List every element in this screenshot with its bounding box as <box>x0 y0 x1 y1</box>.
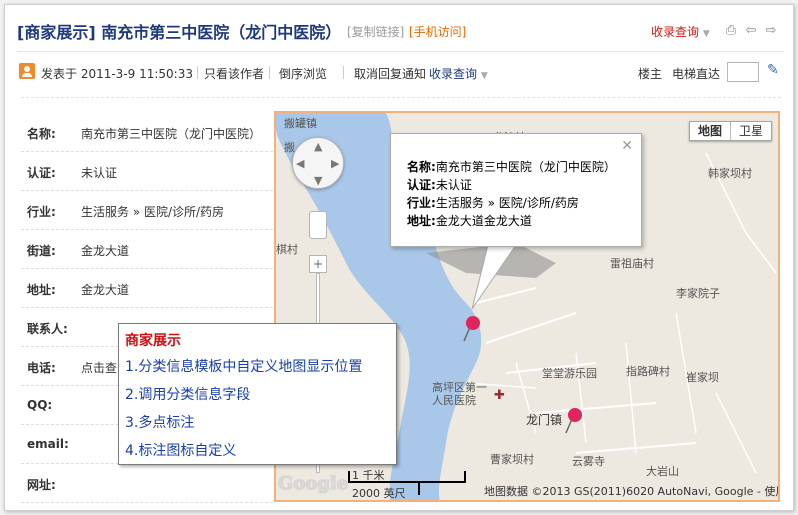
reverse-order-link[interactable]: 倒序浏览 <box>279 65 327 82</box>
header-divider <box>17 51 783 52</box>
next-thread-icon[interactable]: ⇨ <box>763 23 779 39</box>
info-value: 生活服务 » 医院/诊所/药房 <box>81 205 225 219</box>
title-row: [商家展示] 南充市第三中医院（龙门中医院） [复制链接] [手机访问] 收录查… <box>17 19 777 47</box>
info-row: 地址: 金龙大道 <box>21 269 273 308</box>
elevator-label: 电梯直达 <box>672 67 721 81</box>
popup-title: 商家展示 <box>125 333 181 349</box>
feature-popup: 商家展示 1.分类信息模板中自定义地图显示位置 2.调用分类信息字段 3.多点标… <box>118 323 397 465</box>
mobile-access-link[interactable]: [手机访问] <box>409 23 466 40</box>
info-key: 网址: <box>27 478 56 492</box>
popup-item[interactable]: 4.标注图标自定义 <box>125 440 236 460</box>
divider <box>269 66 270 79</box>
popup-item[interactable]: 1.分类信息模板中自定义地图显示位置 <box>125 356 362 376</box>
iw-auth-line: 认证:未认证 <box>407 178 472 192</box>
map-attribution[interactable]: 地图数据 ©2013 GS(2011)6020 AutoNavi, Google… <box>484 483 778 499</box>
info-row: 认证: 未认证 <box>21 152 273 191</box>
info-key: 联系人: <box>27 322 68 336</box>
info-value: 未认证 <box>81 166 118 180</box>
info-key: email: <box>27 437 69 451</box>
info-value: 金龙大道 <box>81 244 130 258</box>
town-marker-pin[interactable] <box>565 408 582 434</box>
info-key: 行业: <box>27 205 56 219</box>
hospital-marker-pin[interactable] <box>463 316 480 342</box>
divider <box>343 66 344 79</box>
posted-date: 发表于 2011-3-9 11:50:33 <box>41 67 193 81</box>
collect-query-link[interactable]: 收录查询 ▼ <box>651 23 710 40</box>
info-row: 街道: 金龙大道 <box>21 230 273 269</box>
map-scale-bar: 1 千米 2000 英尺 <box>348 469 466 500</box>
hospital-cross-icon: ✚ <box>494 388 505 403</box>
info-key: 名称: <box>27 127 56 141</box>
post-frame: [商家展示] 南充市第三中医院（龙门中医院） [复制链接] [手机访问] 收录查… <box>4 4 794 511</box>
info-row: 名称: 南充市第三中医院（龙门中医院） <box>21 113 273 152</box>
info-key: 街道: <box>27 244 56 258</box>
floor-jump-input[interactable] <box>727 62 759 82</box>
iw-name-line: 名称:南充市第三中医院（龙门中医院） <box>407 160 616 174</box>
popup-item[interactable]: 2.调用分类信息字段 <box>125 384 250 404</box>
info-row: 行业: 生活服务 » 医院/诊所/药房 <box>21 191 273 230</box>
map-info-window: ✕ 名称:南充市第三中医院（龙门中医院） 认证:未认证 行业:生活服务 » 医院… <box>390 133 642 247</box>
prev-thread-icon[interactable]: ⇦ <box>743 23 759 39</box>
post-meta-bar: 发表于 2011-3-9 11:50:33 只看该作者 倒序浏览 取消回复通知 … <box>17 59 783 85</box>
iw-industry-line: 行业:生活服务 » 医院/诊所/药房 <box>407 196 579 210</box>
info-key: QQ: <box>27 398 53 412</box>
info-key: 认证: <box>27 166 56 180</box>
info-value: 金龙大道 <box>81 283 130 297</box>
jump-go-icon[interactable]: ✎ <box>767 62 783 80</box>
info-value: 点击查 <box>81 361 118 375</box>
google-logo: Google <box>278 473 349 494</box>
collect-query-menu[interactable]: 收录查询 ▼ <box>429 65 488 82</box>
iw-address-line: 地址:金龙大道金龙大道 <box>407 214 532 228</box>
scale-bottom-label: 2000 英尺 <box>352 487 406 500</box>
page-title: [商家展示] 南充市第三中医院（龙门中医院） <box>17 23 342 42</box>
info-key: 地址: <box>27 283 56 297</box>
popup-item[interactable]: 3.多点标注 <box>125 412 194 432</box>
print-icon[interactable]: ⎙ <box>723 23 739 39</box>
close-icon[interactable]: ✕ <box>621 138 633 154</box>
cancel-notify-link[interactable]: 取消回复通知 <box>354 65 426 82</box>
dashed-divider <box>21 97 781 98</box>
copy-link[interactable]: [复制链接] <box>347 23 404 40</box>
info-key: 电话: <box>27 361 56 375</box>
floor-label: 楼主 <box>638 67 663 81</box>
author-only-link[interactable]: 只看该作者 <box>204 65 264 82</box>
info-row: 网址: <box>21 464 273 503</box>
info-value: 南充市第三中医院（龙门中医院） <box>81 127 262 141</box>
divider <box>197 66 198 79</box>
user-icon <box>19 63 35 79</box>
